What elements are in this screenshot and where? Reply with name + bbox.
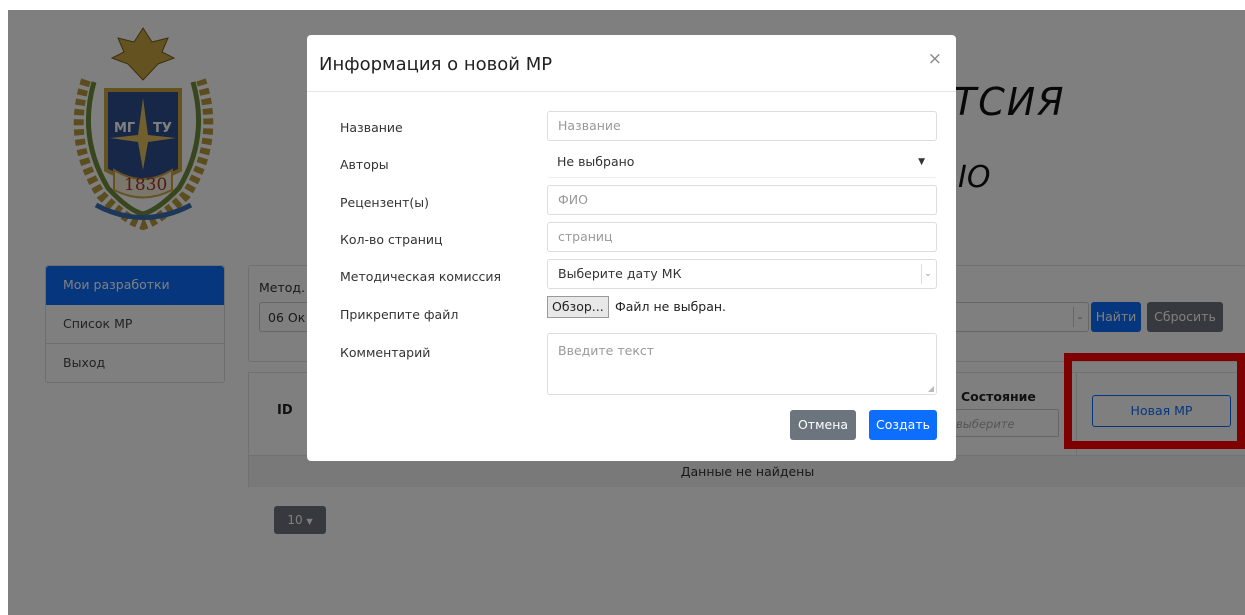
pages-label: Кол-во страниц [340, 232, 443, 247]
cancel-button[interactable]: Отмена [790, 410, 856, 440]
comment-placeholder: Введите текст [558, 343, 655, 358]
file-status: Файл не выбран. [615, 299, 727, 314]
file-label: Прикрепите файл [340, 307, 459, 322]
create-button[interactable]: Создать [869, 410, 937, 440]
comment-textarea[interactable]: Введите текст ◢ [547, 333, 937, 395]
commission-select[interactable]: Выберите дату МК ⌄ [547, 259, 937, 289]
new-mr-modal: Информация о новой МР × Название Названи… [307, 35, 956, 461]
modal-header: Информация о новой МР × [307, 35, 956, 92]
browse-file-button[interactable]: Обзор... [547, 296, 609, 318]
name-input[interactable]: Название [547, 111, 937, 141]
name-label: Название [340, 120, 403, 135]
comment-label: Комментарий [340, 345, 431, 360]
commission-label: Методическая комиссия [340, 269, 501, 284]
commission-value: Выберите дату МК [558, 266, 682, 281]
close-icon[interactable]: × [928, 49, 942, 69]
page: МГ ТУ 1830 ТСИЯ ІО Мои разработки Список… [8, 10, 1245, 615]
resize-grip-icon[interactable]: ◢ [928, 384, 934, 393]
reviewers-label: Рецензент(ы) [340, 195, 430, 210]
reviewers-input[interactable]: ФИО [547, 185, 937, 215]
chevron-down-icon: ⌄ [921, 264, 934, 284]
authors-label: Авторы [340, 157, 389, 172]
pages-input[interactable]: страниц [547, 222, 937, 252]
authors-dropdown[interactable]: Не выбрано ▼ [547, 148, 937, 178]
caret-down-icon: ▼ [918, 157, 925, 167]
authors-value: Не выбрано [557, 154, 635, 169]
modal-title: Информация о новой МР [319, 54, 553, 75]
